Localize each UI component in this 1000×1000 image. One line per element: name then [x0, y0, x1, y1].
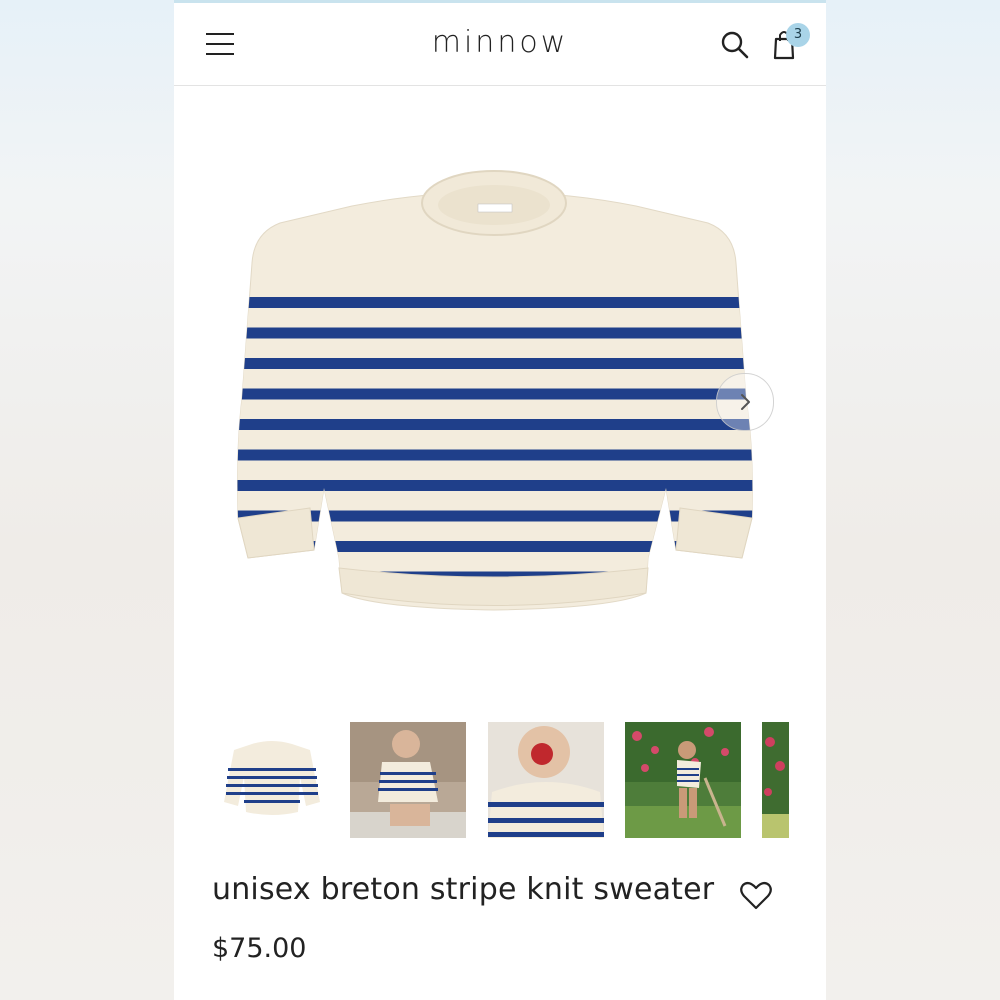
chevron-right-icon[interactable]: [716, 373, 774, 431]
cart-count-badge: 3: [786, 23, 810, 47]
thumbnail-strip: [214, 722, 789, 838]
site-header: minnow 3: [174, 3, 826, 86]
heart-icon[interactable]: [739, 880, 773, 912]
background-left: [0, 0, 174, 1000]
product-title: unisex breton stripe knit sweater: [212, 872, 715, 907]
search-icon[interactable]: [719, 29, 751, 61]
product-price: $75.00: [212, 933, 307, 964]
product-main-image[interactable]: [174, 88, 826, 698]
garden-partial-thumbnail[interactable]: [762, 722, 789, 838]
child-sitting-thumbnail[interactable]: [350, 722, 466, 838]
background-right: [826, 0, 1000, 1000]
sweater-flat-thumbnail[interactable]: [214, 722, 330, 838]
child-eating-apple-thumbnail[interactable]: [488, 722, 604, 838]
child-in-garden-thumbnail[interactable]: [625, 722, 741, 838]
app-screen: minnow 3 unisex breton stripe knit sweat…: [174, 0, 826, 1000]
